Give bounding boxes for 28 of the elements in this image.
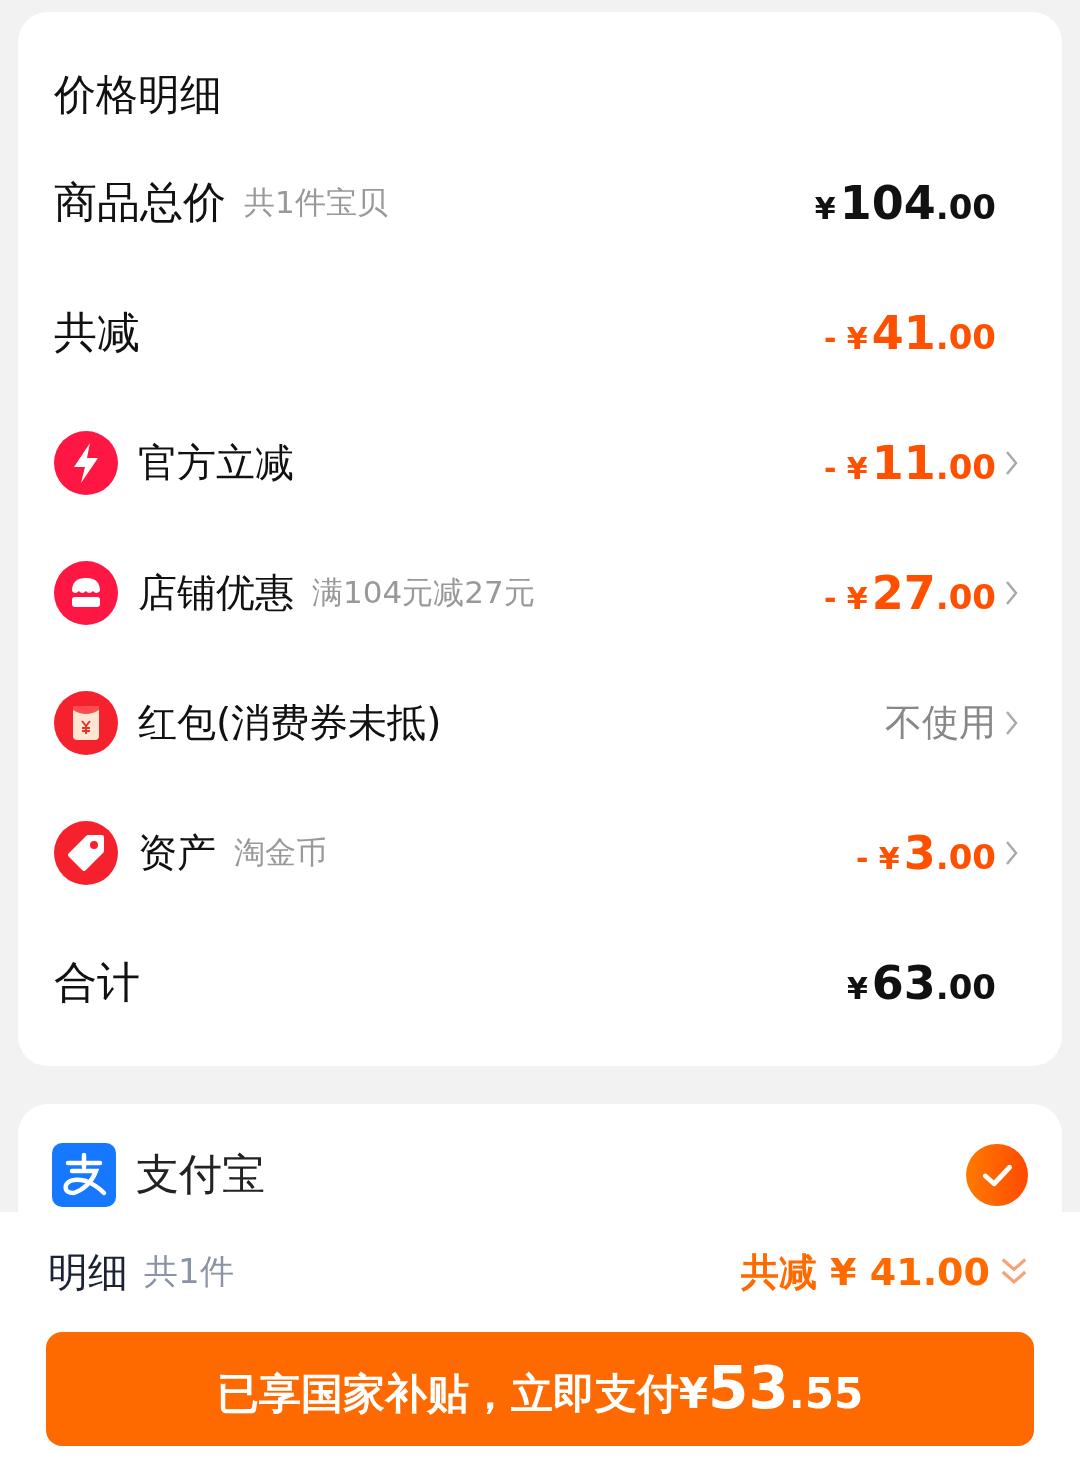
row-label: 商品总价	[54, 176, 226, 229]
section-title: 价格明细	[54, 69, 223, 121]
shop-icon	[54, 561, 118, 625]
discount-total: 共减 ¥ 41.00	[740, 1248, 990, 1296]
pay-button[interactable]: 已享国家补贴，立即支付¥53.55	[46, 1332, 1034, 1446]
row-note: 满104元减27元	[312, 573, 535, 612]
lightning-icon	[54, 431, 118, 495]
price-amount: ¥104.00	[814, 176, 996, 230]
row-label: 资产	[138, 829, 216, 877]
item-count: 共1件	[144, 1250, 234, 1293]
row-note: 淘金币	[234, 833, 327, 872]
row-label: 官方立减	[138, 439, 294, 487]
price-amount: - ¥11.00	[823, 436, 996, 490]
option-value[interactable]: 不使用	[885, 698, 996, 748]
row-label: 店铺优惠	[138, 569, 294, 617]
envelope-icon	[54, 691, 118, 755]
row-label: 共减	[54, 306, 140, 359]
alipay-logo-icon	[52, 1143, 116, 1207]
detail-label: 明细	[48, 1247, 128, 1297]
price-amount: ¥63.00	[846, 956, 996, 1010]
price-amount: - ¥41.00	[823, 306, 996, 360]
row-label: 合计	[54, 956, 140, 1009]
row-label: 红包(消费券未抵)	[138, 699, 442, 747]
price-amount: - ¥27.00	[823, 566, 996, 620]
tag-icon	[54, 821, 118, 885]
row-note: 共1件宝贝	[244, 183, 388, 222]
payment-name: 支付宝	[136, 1148, 265, 1201]
price-amount: - ¥3.00	[855, 826, 996, 880]
